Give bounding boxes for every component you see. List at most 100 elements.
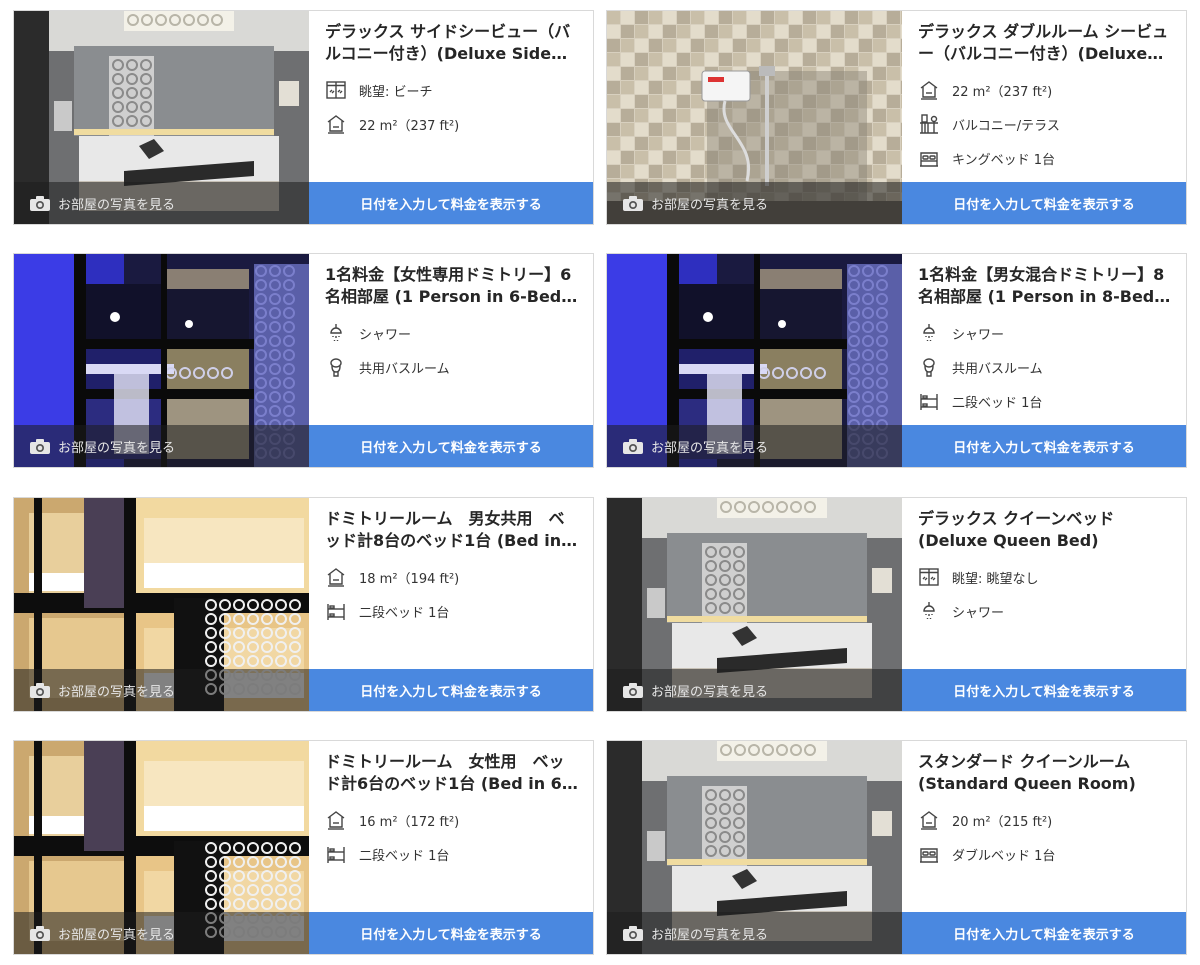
room-feature: 共用バスルーム	[325, 350, 579, 384]
room-feature: 20 m²（215 ft²)	[918, 803, 1172, 837]
room-feature-label: 16 m²（172 ft²)	[359, 814, 460, 830]
room-photo[interactable]: お部屋の写真を見る	[14, 11, 309, 224]
room-features: シャワー共用バスルーム二段ベッド 1台	[918, 316, 1172, 418]
room-size-icon	[325, 566, 347, 588]
room-feature: 二段ベッド 1台	[918, 384, 1172, 418]
room-info: スタンダード クイーンルーム (Standard Queen Room) 20 m…	[902, 741, 1186, 954]
see-photos-link[interactable]: お部屋の写真を見る	[607, 182, 902, 224]
room-info: ドミトリールーム 男女共用 ベッド計8台のベッド1台 (Bed in 8-Bed…	[309, 498, 593, 711]
room-feature-label: ダブルベッド 1台	[952, 848, 1056, 864]
bunk-bed-icon	[325, 843, 347, 865]
room-size-icon	[325, 113, 347, 135]
see-photos-link[interactable]: お部屋の写真を見る	[607, 669, 902, 711]
room-photo[interactable]: お部屋の写真を見る	[14, 254, 309, 467]
bed-icon	[918, 147, 940, 169]
room-feature: ダブルベッド 1台	[918, 837, 1172, 871]
room-title[interactable]: 1名料金【女性専用ドミトリー】6名相部屋 (1 Person in 6-Bed …	[325, 264, 579, 308]
show-prices-button[interactable]: 日付を入力して料金を表示する	[309, 669, 593, 711]
room-photo[interactable]: お部屋の写真を見る	[607, 11, 902, 224]
room-feature: キングベッド 1台	[918, 141, 1172, 175]
see-photos-link[interactable]: お部屋の写真を見る	[14, 182, 309, 224]
room-card: お部屋の写真を見る ドミトリールーム 女性用 ベッド計6台のベッド1台 (Bed …	[13, 740, 594, 955]
room-photo[interactable]: お部屋の写真を見る	[607, 741, 902, 954]
room-feature: 眺望: ビーチ	[325, 73, 579, 107]
camera-icon	[623, 438, 643, 454]
shower-icon	[325, 322, 347, 344]
room-feature: 眺望: 眺望なし	[918, 560, 1172, 594]
room-feature: 二段ベッド 1台	[325, 594, 579, 628]
room-size-icon	[325, 809, 347, 831]
room-features: 20 m²（215 ft²) ダブルベッド 1台	[918, 803, 1172, 871]
room-info: デラックス サイドシービュー（バルコニー付き）(Deluxe Side Sea …	[309, 11, 593, 224]
room-feature-label: 18 m²（194 ft²)	[359, 571, 460, 587]
room-feature-label: 共用バスルーム	[952, 361, 1043, 377]
room-photo[interactable]: お部屋の写真を見る	[607, 498, 902, 711]
show-prices-button[interactable]: 日付を入力して料金を表示する	[902, 182, 1186, 224]
camera-icon	[30, 925, 50, 941]
room-title[interactable]: スタンダード クイーンルーム (Standard Queen Room)	[918, 751, 1172, 795]
room-photo[interactable]: お部屋の写真を見る	[14, 741, 309, 954]
room-feature-label: キングベッド 1台	[952, 152, 1056, 168]
room-title[interactable]: ドミトリールーム 男女共用 ベッド計8台のベッド1台 (Bed in 8-Bed…	[325, 508, 579, 552]
room-card: お部屋の写真を見る デラックス ダブルルーム シービュー（バルコニー付き）(Del…	[606, 10, 1187, 225]
bunk-bed-icon	[325, 600, 347, 622]
show-prices-button[interactable]: 日付を入力して料金を表示する	[902, 425, 1186, 467]
see-photos-link[interactable]: お部屋の写真を見る	[14, 669, 309, 711]
room-card: お部屋の写真を見る ドミトリールーム 男女共用 ベッド計8台のベッド1台 (Bed…	[13, 497, 594, 712]
room-feature-label: 共用バスルーム	[359, 361, 450, 377]
room-card: お部屋の写真を見る デラックス クイーンベッド (Deluxe Queen Bed…	[606, 497, 1187, 712]
room-size-icon	[918, 809, 940, 831]
show-prices-button[interactable]: 日付を入力して料金を表示する	[902, 912, 1186, 954]
show-prices-button[interactable]: 日付を入力して料金を表示する	[309, 425, 593, 467]
room-feature: 22 m²（237 ft²)	[918, 73, 1172, 107]
room-info: 1名料金【女性専用ドミトリー】6名相部屋 (1 Person in 6-Bed …	[309, 254, 593, 467]
show-prices-button[interactable]: 日付を入力して料金を表示する	[902, 669, 1186, 711]
see-photos-label: お部屋の写真を見る	[651, 197, 769, 213]
camera-icon	[30, 438, 50, 454]
room-photo[interactable]: お部屋の写真を見る	[14, 498, 309, 711]
room-info: デラックス ダブルルーム シービュー（バルコニー付き）(Deluxe Doubl…	[902, 11, 1186, 224]
room-title[interactable]: デラックス ダブルルーム シービュー（バルコニー付き）(Deluxe Doubl…	[918, 21, 1172, 65]
see-photos-label: お部屋の写真を見る	[651, 927, 769, 943]
camera-icon	[30, 195, 50, 211]
see-photos-link[interactable]: お部屋の写真を見る	[14, 425, 309, 467]
room-feature-label: シャワー	[359, 327, 412, 343]
room-feature: 二段ベッド 1台	[325, 837, 579, 871]
room-title[interactable]: デラックス サイドシービュー（バルコニー付き）(Deluxe Side Sea …	[325, 21, 579, 65]
room-card: お部屋の写真を見る デラックス サイドシービュー（バルコニー付き）(Deluxe …	[13, 10, 594, 225]
camera-icon	[623, 195, 643, 211]
room-grid: お部屋の写真を見る デラックス サイドシービュー（バルコニー付き）(Deluxe …	[0, 0, 1200, 965]
shower-icon	[918, 600, 940, 622]
camera-icon	[623, 925, 643, 941]
room-features: 眺望: 眺望なしシャワー	[918, 560, 1172, 628]
shower-icon	[918, 322, 940, 344]
room-feature-label: シャワー	[952, 327, 1005, 343]
camera-icon	[623, 682, 643, 698]
show-prices-button[interactable]: 日付を入力して料金を表示する	[309, 182, 593, 224]
room-feature-label: 眺望: ビーチ	[359, 84, 433, 100]
camera-icon	[30, 682, 50, 698]
see-photos-label: お部屋の写真を見る	[58, 440, 176, 456]
show-prices-button[interactable]: 日付を入力して料金を表示する	[309, 912, 593, 954]
room-feature: 共用バスルーム	[918, 350, 1172, 384]
view-icon	[325, 79, 347, 101]
room-feature: シャワー	[325, 316, 579, 350]
room-title[interactable]: 1名料金【男女混合ドミトリー】8名相部屋 (1 Person in 8-Bed …	[918, 264, 1172, 308]
room-card: お部屋の写真を見る 1名料金【男女混合ドミトリー】8名相部屋 (1 Person …	[606, 253, 1187, 468]
room-card: お部屋の写真を見る 1名料金【女性専用ドミトリー】6名相部屋 (1 Person …	[13, 253, 594, 468]
see-photos-link[interactable]: お部屋の写真を見る	[607, 425, 902, 467]
room-feature: シャワー	[918, 594, 1172, 628]
room-feature: シャワー	[918, 316, 1172, 350]
room-info: ドミトリールーム 女性用 ベッド計6台のベッド1台 (Bed in 6-Bed …	[309, 741, 593, 954]
see-photos-link[interactable]: お部屋の写真を見る	[14, 912, 309, 954]
room-size-icon	[918, 79, 940, 101]
room-features: 18 m²（194 ft²) 二段ベッド 1台	[325, 560, 579, 628]
see-photos-label: お部屋の写真を見る	[58, 927, 176, 943]
room-feature-label: 眺望: 眺望なし	[952, 571, 1039, 587]
see-photos-link[interactable]: お部屋の写真を見る	[607, 912, 902, 954]
room-feature-label: バルコニー/テラス	[952, 118, 1060, 134]
room-title[interactable]: ドミトリールーム 女性用 ベッド計6台のベッド1台 (Bed in 6-Bed …	[325, 751, 579, 795]
room-info: 1名料金【男女混合ドミトリー】8名相部屋 (1 Person in 8-Bed …	[902, 254, 1186, 467]
room-photo[interactable]: お部屋の写真を見る	[607, 254, 902, 467]
room-title[interactable]: デラックス クイーンベッド (Deluxe Queen Bed)	[918, 508, 1172, 552]
